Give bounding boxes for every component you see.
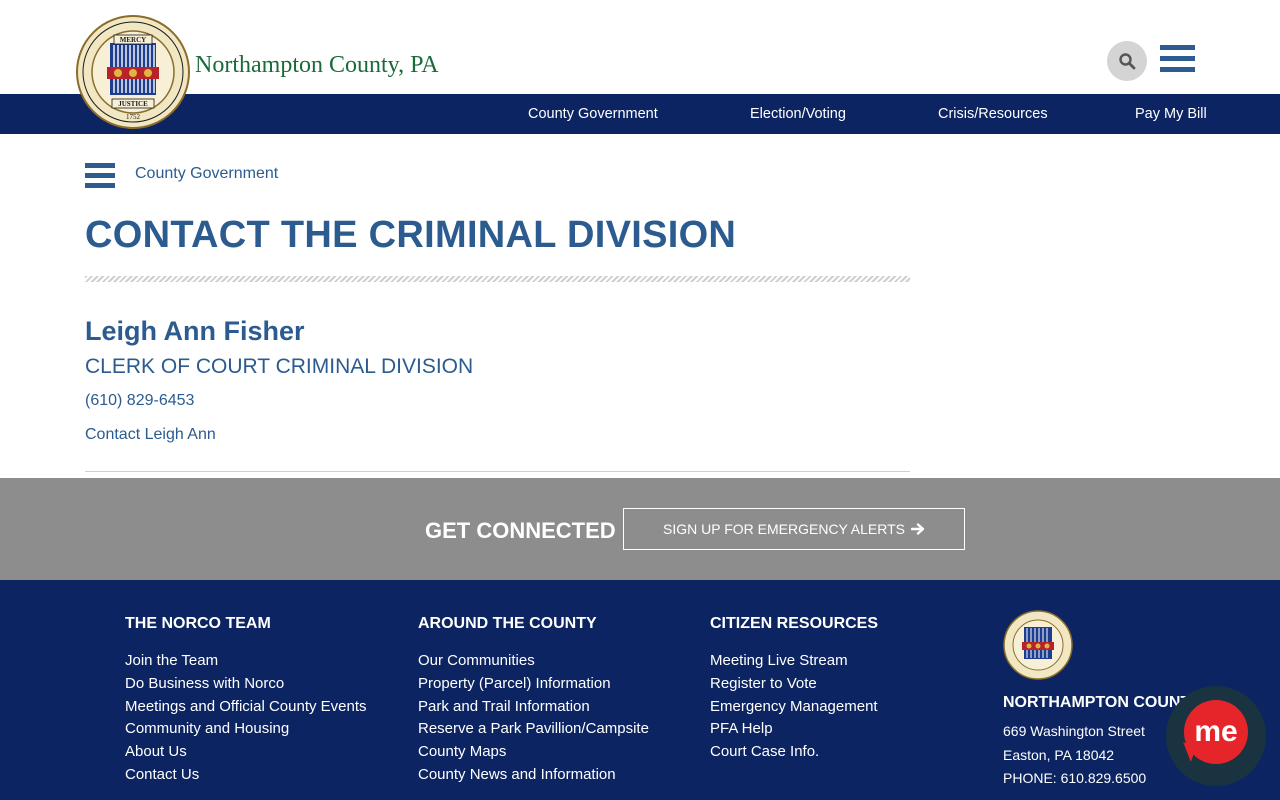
nav-item-county-government[interactable]: County Government bbox=[528, 94, 658, 134]
footer-col-citizen-resources: CITIZEN RESOURCES Meeting Live Stream Re… bbox=[710, 615, 878, 764]
footer-col-around-county: AROUND THE COUNTY Our Communities Proper… bbox=[418, 615, 649, 787]
footer-link[interactable]: Reserve a Park Pavillion/Campsite bbox=[418, 718, 649, 741]
footer-link[interactable]: Property (Parcel) Information bbox=[418, 673, 649, 696]
svg-text:1752: 1752 bbox=[126, 113, 141, 121]
hamburger-menu-button[interactable] bbox=[1160, 45, 1195, 73]
footer-link[interactable]: Meetings and Official County Events bbox=[125, 696, 367, 719]
footer-link[interactable]: Register to Vote bbox=[710, 673, 878, 696]
footer-link[interactable]: Emergency Management bbox=[710, 696, 878, 719]
contact-email-link[interactable]: Contact Leigh Ann bbox=[85, 426, 216, 444]
footer-col-title: AROUND THE COUNTY bbox=[418, 615, 597, 632]
nav-item-pay-my-bill[interactable]: Pay My Bill bbox=[1135, 94, 1207, 134]
footer-address-street: 669 Washington Street bbox=[1003, 723, 1145, 739]
section-menu-icon bbox=[85, 163, 115, 168]
contact-phone-link[interactable]: (610) 829-6453 bbox=[85, 392, 194, 410]
chat-widget-label: me bbox=[1194, 715, 1238, 748]
search-button[interactable] bbox=[1107, 41, 1147, 81]
section-menu-button[interactable] bbox=[85, 163, 115, 188]
nav-item-election-voting[interactable]: Election/Voting bbox=[750, 94, 846, 134]
footer-link[interactable]: Meeting Live Stream bbox=[710, 650, 878, 673]
footer-link[interactable]: Park and Trail Information bbox=[418, 696, 649, 719]
menu-line bbox=[85, 173, 115, 178]
footer-col-title: CITIZEN RESOURCES bbox=[710, 615, 879, 632]
emergency-alerts-label: SIGN UP FOR EMERGENCY ALERTS bbox=[663, 521, 905, 537]
footer-link[interactable]: Do Business with Norco bbox=[125, 673, 367, 696]
footer-link[interactable]: PFA Help bbox=[710, 718, 878, 741]
footer-link[interactable]: County News and Information bbox=[418, 764, 649, 787]
hamburger-menu-icon bbox=[1160, 45, 1195, 50]
site-header: Northampton County, PA bbox=[0, 0, 1280, 94]
nav-item-crisis-resources[interactable]: Crisis/Resources bbox=[938, 94, 1048, 134]
title-divider bbox=[85, 276, 910, 282]
county-seal-logo[interactable]: MERCY JUSTICE 1752 bbox=[76, 15, 190, 129]
breadcrumb[interactable]: County Government bbox=[135, 165, 278, 183]
footer-address-city: Easton, PA 18042 bbox=[1003, 747, 1115, 763]
content-divider bbox=[85, 471, 910, 472]
site-title[interactable]: Northampton County, PA bbox=[195, 52, 439, 79]
me-chat-widget[interactable]: me bbox=[1166, 686, 1266, 786]
footer-link[interactable]: About Us bbox=[125, 741, 367, 764]
footer-col-title: THE NORCO TEAM bbox=[125, 615, 271, 632]
hamburger-line bbox=[1160, 56, 1195, 61]
arrow-right-icon bbox=[910, 523, 925, 535]
hamburger-line bbox=[1160, 67, 1195, 72]
footer-link[interactable]: County Maps bbox=[418, 741, 649, 764]
footer-link[interactable]: Community and Housing bbox=[125, 718, 367, 741]
footer-link[interactable]: Our Communities bbox=[418, 650, 649, 673]
site-footer: THE NORCO TEAM Join the Team Do Business… bbox=[0, 580, 1280, 800]
footer-link[interactable]: Contact Us bbox=[125, 764, 367, 787]
main-nav: County Government Election/Voting Crisis… bbox=[0, 94, 1280, 134]
get-connected-band: GET CONNECTED SIGN UP FOR EMERGENCY ALER… bbox=[0, 478, 1280, 580]
footer-seal-logo bbox=[1003, 610, 1073, 680]
contact-role: CLERK OF COURT CRIMINAL DIVISION bbox=[85, 355, 474, 378]
svg-text:JUSTICE: JUSTICE bbox=[118, 100, 148, 108]
contact-name: Leigh Ann Fisher bbox=[85, 316, 305, 346]
footer-link[interactable]: Join the Team bbox=[125, 650, 367, 673]
page-title: CONTACT THE CRIMINAL DIVISION bbox=[85, 214, 737, 256]
menu-line bbox=[85, 183, 115, 188]
search-icon bbox=[1119, 53, 1136, 70]
svg-text:MERCY: MERCY bbox=[120, 36, 146, 44]
chat-bubble-icon: me bbox=[1184, 700, 1248, 764]
footer-phone[interactable]: PHONE: 610.829.6500 bbox=[1003, 770, 1146, 786]
footer-link[interactable]: Court Case Info. bbox=[710, 741, 878, 764]
emergency-alerts-button[interactable]: SIGN UP FOR EMERGENCY ALERTS bbox=[623, 508, 965, 550]
footer-col-norco-team: THE NORCO TEAM Join the Team Do Business… bbox=[125, 615, 367, 787]
get-connected-title: GET CONNECTED bbox=[425, 518, 616, 543]
